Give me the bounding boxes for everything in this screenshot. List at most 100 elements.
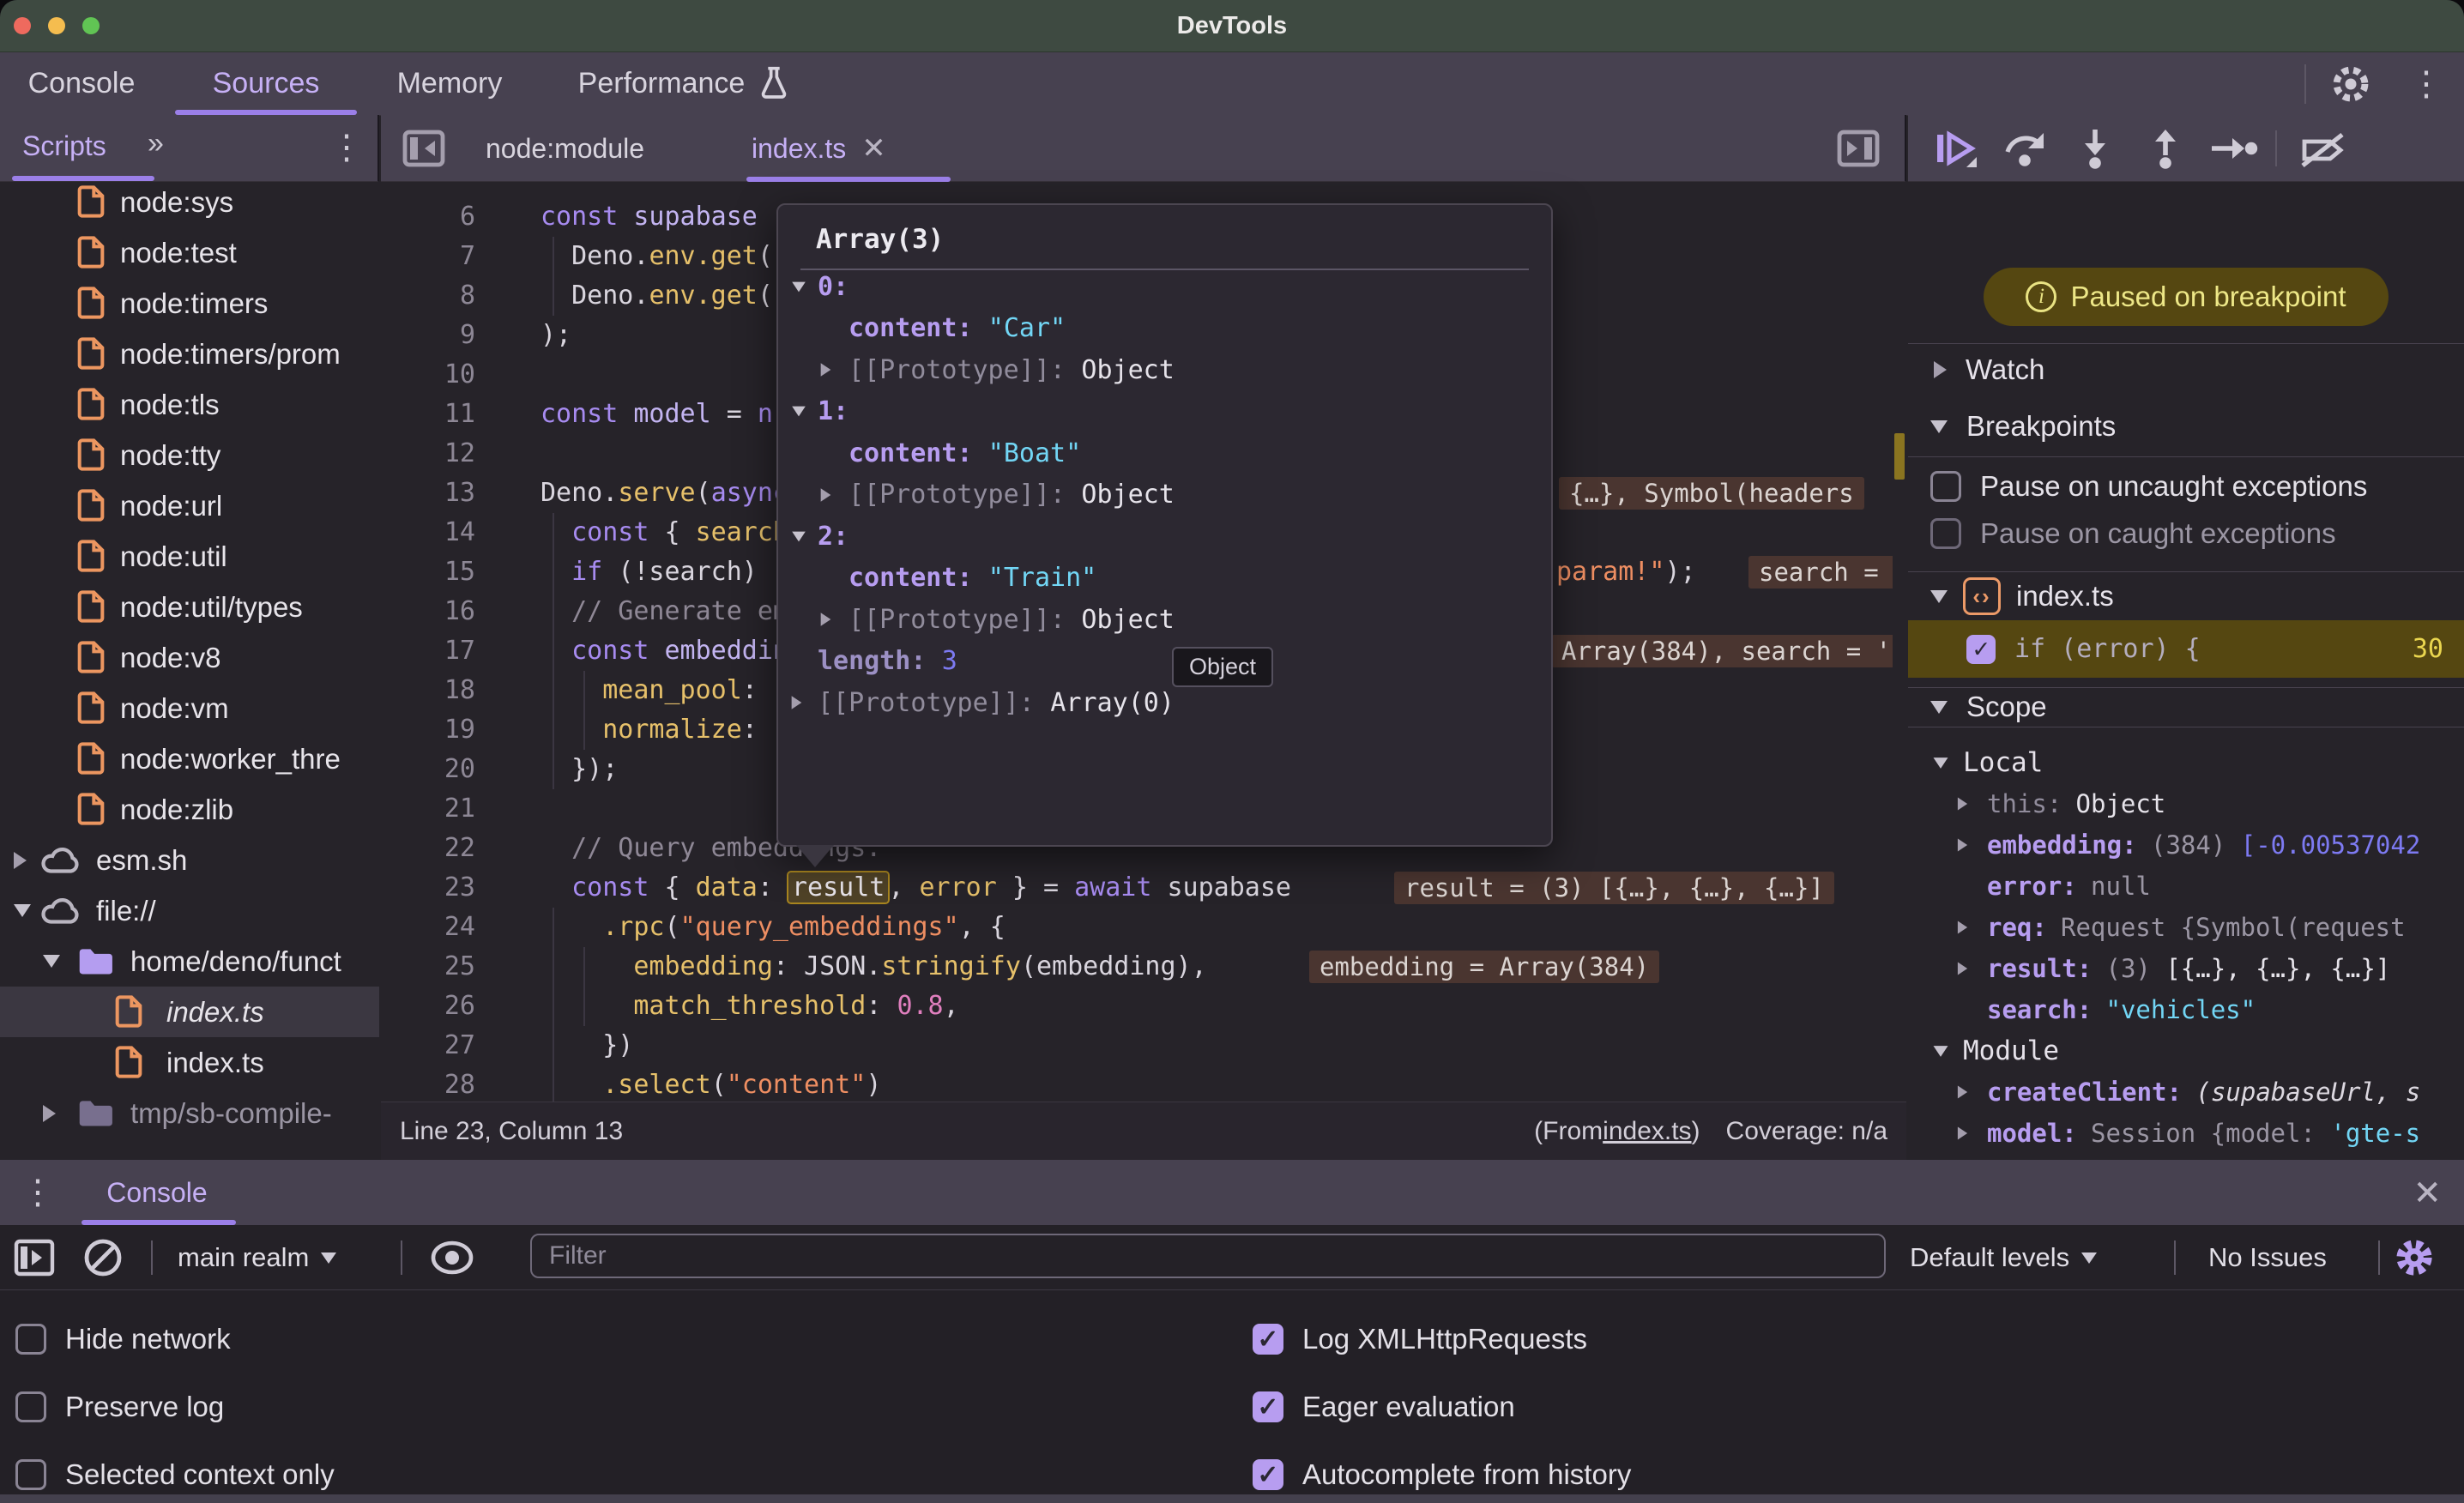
tree-item-node-worker-thre[interactable]: node:worker_thre [0,733,379,784]
expand-icon[interactable] [1958,921,1967,934]
popup-property-row[interactable]: 1: [778,391,1551,432]
checkbox[interactable] [1253,1459,1283,1490]
code-line-23[interactable]: 23 const { data: result, error } = await… [381,868,1906,908]
clear-console-button[interactable] [75,1225,130,1290]
tab-performance-panel[interactable]: Performance [549,52,820,115]
line-number[interactable]: 10 [381,355,475,395]
tab-sources-panel[interactable]: Sources [168,52,364,115]
line-number[interactable]: 8 [381,276,475,316]
section-scope[interactable]: Scope [1908,687,2464,727]
line-number[interactable]: 18 [381,671,475,710]
tree-item-index-ts[interactable]: index.ts [0,987,379,1037]
expand-icon[interactable] [792,696,802,709]
code-line-25[interactable]: 25 embedding: JSON.stringify(embedding),… [381,947,1906,987]
drawer-menu-icon[interactable]: ⋮ [21,1175,55,1210]
checkbox[interactable] [1930,471,1961,502]
scope-variable-supabase[interactable]: supabase:SupabaseClient {sup [1908,1154,2464,1160]
tree-item-index-ts[interactable]: index.ts [0,1037,379,1088]
step-over-button[interactable] [1997,115,2052,182]
scope-variable-error[interactable]: error:null [1908,866,2464,907]
line-number[interactable]: 22 [381,829,475,868]
checkbox[interactable] [1930,518,1961,549]
scope-variable-createClient[interactable]: createClient:(supabaseUrl, s [1908,1071,2464,1113]
expand-icon[interactable] [1958,798,1967,811]
line-number[interactable]: 27 [381,1026,475,1065]
breakpoint-checkbox[interactable] [1966,635,1996,664]
line-number[interactable]: 15 [381,552,475,592]
breakpoint-file-group[interactable]: ‹› index.ts [1908,573,2464,619]
tree-item-node-sys[interactable]: node:sys [0,182,379,227]
tree-item-node-timers-prom[interactable]: node:timers/prom [0,329,379,379]
scope-variable-embedding[interactable]: embedding:(384) [-0.00537042 [1908,824,2464,866]
section-breakpoints[interactable]: Breakpoints [1908,400,2464,453]
code-line-27[interactable]: 27 }) [381,1026,1906,1065]
popup-property-row[interactable]: [[Prototype]]:Object [778,599,1551,640]
checkbox[interactable] [1253,1391,1283,1422]
line-number[interactable]: 12 [381,434,475,474]
toggle-console-sidebar-button[interactable] [7,1225,62,1290]
scope-variable-this[interactable]: this:Object [1908,783,2464,824]
close-drawer-button[interactable]: ✕ [2413,1174,2442,1213]
popup-property-row[interactable]: [[Prototype]]:Array(0) [778,682,1551,723]
console-setting-row[interactable]: Selected context only [15,1454,335,1495]
collapse-icon[interactable] [792,281,806,292]
scope-variable-req[interactable]: req:Request {Symbol(request [1908,907,2464,948]
line-number[interactable]: 20 [381,750,475,789]
tree-item-node-v8[interactable]: node:v8 [0,632,379,683]
collapse-icon[interactable] [14,904,31,917]
live-expression-button[interactable] [425,1225,480,1290]
collapse-icon[interactable] [1934,1046,1948,1057]
scope-variable-search[interactable]: search:"vehicles" [1908,989,2464,1030]
more-options-button[interactable]: ⋮ [2399,52,2454,115]
expand-icon[interactable] [1958,839,1967,852]
section-watch[interactable]: Watch [1908,343,2464,396]
line-number[interactable]: 25 [381,947,475,987]
editor-scrollbar[interactable] [1893,182,1906,1102]
tree-item-node-tls[interactable]: node:tls [0,379,379,430]
line-number[interactable]: 9 [381,316,475,355]
tree-item-tmp-sb-compile-[interactable]: tmp/sb-compile- [0,1088,379,1138]
settings-gear-button[interactable] [2323,52,2378,115]
issues-counter[interactable]: No Issues [2208,1242,2327,1273]
scope-section-module[interactable]: Module [1908,1030,2464,1071]
popup-property-row[interactable]: 2: [778,516,1551,557]
tree-item-node-vm[interactable]: node:vm [0,683,379,733]
line-number[interactable]: 21 [381,789,475,829]
pause-option-row[interactable]: Pause on uncaught exceptions [1930,466,2367,507]
checkbox[interactable] [15,1324,46,1355]
sourcemap-file-link[interactable]: index.ts [1603,1117,1691,1146]
line-number[interactable]: 11 [381,395,475,434]
line-number[interactable]: 28 [381,1065,475,1102]
collapse-icon[interactable] [1934,758,1948,769]
popup-property-row[interactable]: [[Prototype]]:Object [778,474,1551,516]
line-number[interactable]: 16 [381,592,475,631]
collapse-icon[interactable] [792,407,806,417]
expand-icon[interactable] [821,488,831,502]
console-filter-input[interactable] [530,1234,1886,1278]
popup-property-row[interactable]: 0: [778,266,1551,307]
tree-item-esm-sh[interactable]: esm.sh [0,835,379,885]
step-button[interactable] [2207,115,2262,182]
scope-variable-result[interactable]: result:(3) [{…}, {…}, {…}] [1908,948,2464,989]
line-number[interactable]: 14 [381,513,475,552]
tree-item-node-zlib[interactable]: node:zlib [0,784,379,835]
code-line-28[interactable]: 28 .select("content") [381,1065,1906,1102]
log-levels-selector[interactable]: Default levels [1910,1242,2097,1273]
tree-item-file-[interactable]: file:// [0,885,379,936]
expand-icon[interactable] [43,1105,56,1122]
checkbox[interactable] [15,1459,46,1490]
expand-icon[interactable] [1958,1086,1967,1099]
step-out-button[interactable] [2138,115,2193,182]
line-number[interactable]: 13 [381,474,475,513]
pause-option-row[interactable]: Pause on caught exceptions [1930,513,2336,554]
collapse-icon[interactable] [792,531,806,541]
console-setting-row[interactable]: Hide network [15,1319,231,1360]
close-tab-icon[interactable]: ✕ [861,131,886,166]
tree-item-home-deno-funct[interactable]: home/deno/funct [0,936,379,987]
tree-item-node-util-types[interactable]: node:util/types [0,582,379,632]
tab-memory-panel[interactable]: Memory [377,52,522,115]
line-number[interactable]: 17 [381,631,475,671]
tree-item-node-test[interactable]: node:test [0,227,379,278]
console-setting-row[interactable]: Eager evaluation [1253,1386,1515,1428]
checkbox[interactable] [1253,1324,1283,1355]
